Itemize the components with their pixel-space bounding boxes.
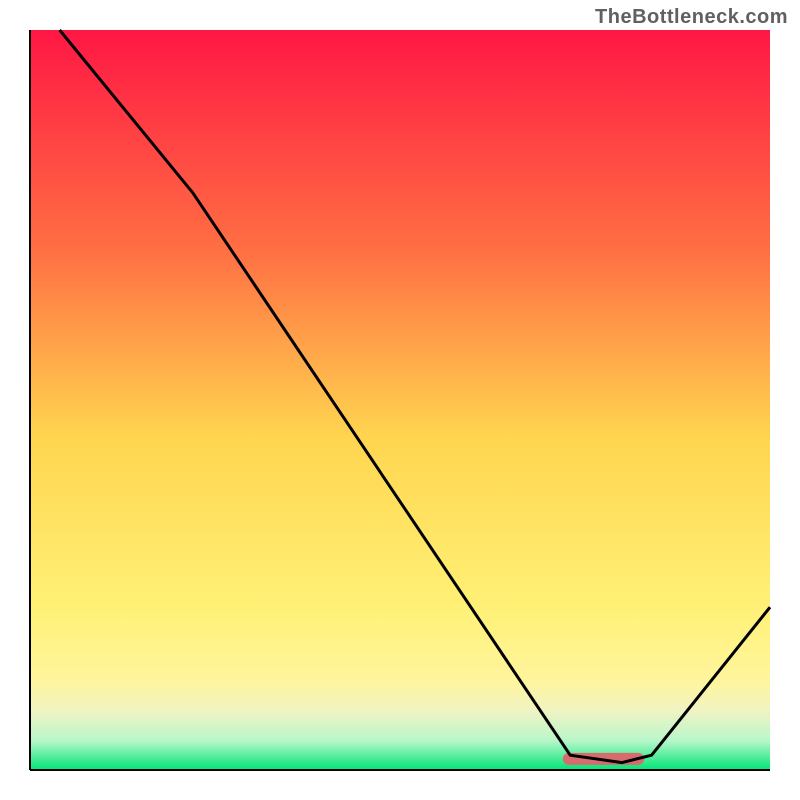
plot-background	[30, 30, 770, 770]
watermark-text: TheBottleneck.com	[595, 6, 788, 29]
chart-container: TheBottleneck.com	[0, 0, 800, 800]
bottleneck-chart	[0, 0, 800, 800]
